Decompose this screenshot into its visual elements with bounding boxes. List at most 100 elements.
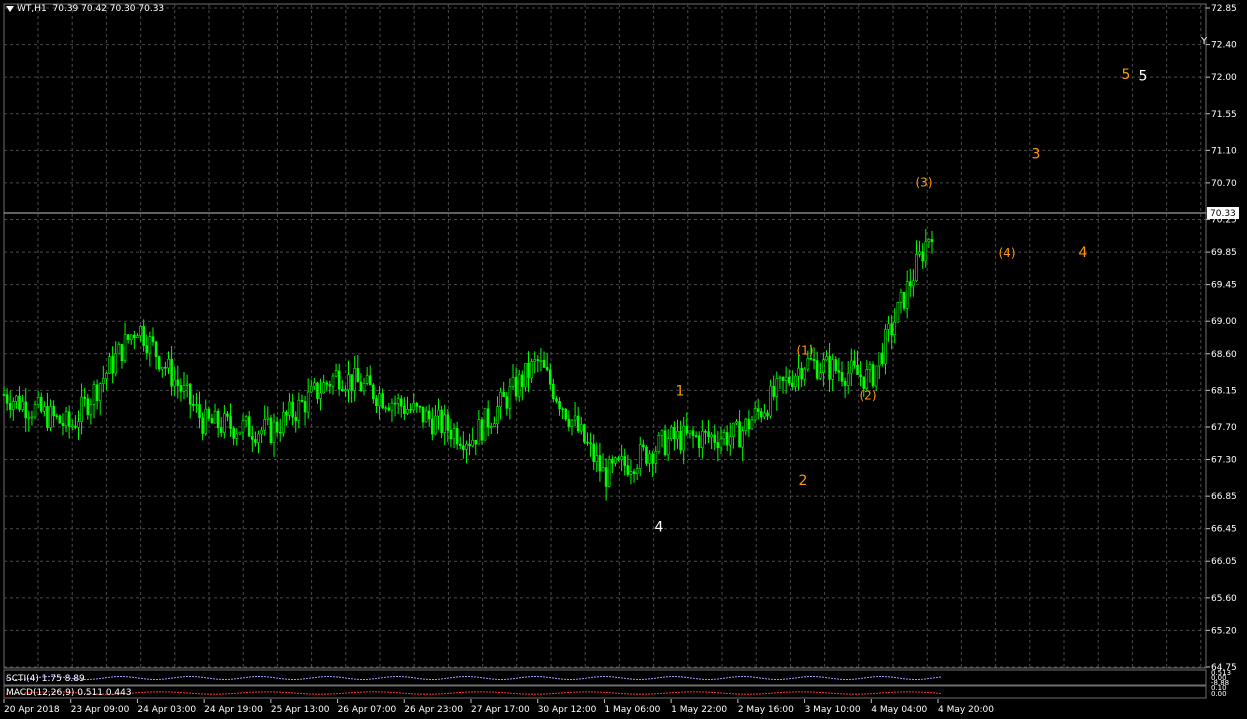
time-label: 26 Apr 07:00 [338,705,397,715]
candle-body [300,399,304,402]
candle-body [539,359,543,362]
candle-body [77,421,80,428]
candle-body [542,359,546,368]
candle-body [548,369,552,385]
candle-body [126,334,130,340]
candle-body [55,415,59,418]
candle-body [881,352,884,365]
candle-body [722,432,726,440]
candle-body [828,356,831,380]
candle-body [462,445,465,450]
price-tick-label: 67.30 [1211,456,1237,466]
candle-body [266,417,270,420]
candle-body [247,416,251,437]
candle-body [254,439,257,443]
candle-body [707,431,710,438]
price-tick-label: 70.70 [1211,179,1237,189]
candle-body [822,359,825,373]
candle-body [763,412,766,418]
dropdown-triangle-icon[interactable] [6,5,14,12]
candle-body [415,402,419,407]
candle-body [794,375,797,387]
candle-body [24,401,28,419]
candle-body [219,427,223,433]
indicator-1-label: SCTI(4) 1.75 8.89 [6,674,85,684]
chart-shift-icon[interactable]: Y [1200,36,1208,47]
candle-body [474,439,478,445]
candle-body [238,431,242,435]
candle-body [465,443,468,450]
time-label: 26 Apr 23:00 [404,705,463,715]
candle-body [151,336,155,343]
time-label: 4 May 04:00 [871,705,927,715]
time-label: 27 Apr 17:00 [471,705,530,715]
candle-body [396,398,400,404]
candle-body [61,422,65,427]
candle-body [403,405,406,414]
candle-body [160,366,164,370]
candle-body [241,420,245,433]
candle-body [170,358,173,387]
candle-body [278,431,282,434]
candle-body [244,416,248,422]
candle-body [505,396,509,409]
candle-body [98,383,102,402]
candle-body [216,410,220,429]
candle-body [697,435,701,449]
price-chart[interactable]: 1 2 (1) (2) (3) (4) 3 4 5 5 4 SCTI(4) 1.75 8.89 MAC… [0,0,1247,719]
candle-body [18,395,21,410]
candle-body [846,372,850,386]
candle-body [288,401,291,416]
candle-body [489,426,493,428]
candle-body [319,392,322,399]
price-tick-label: 67.70 [1211,423,1237,433]
candle-body [728,436,732,446]
candle-body [514,376,518,397]
price-tick-label: 68.15 [1211,386,1237,396]
candle-body [635,468,639,475]
candle-body [368,375,372,386]
candle-body [210,418,214,424]
candle-body [64,411,68,427]
price-tick-label: 69.00 [1211,317,1237,327]
candle-body [868,364,872,370]
candle-body [123,334,127,362]
candle-body [80,396,83,422]
candle-body [673,426,676,440]
wave-label: (1) [797,344,814,358]
candle-body [638,444,642,469]
candle-body [558,400,561,409]
symbol-label: WT,H1 [17,4,47,14]
candle-body [704,431,707,433]
candle-body [424,410,428,423]
candle-body [530,361,533,379]
indicator-pane-1 [3,669,1207,686]
candle-body [781,376,785,381]
candle-body [769,385,772,417]
candle-body [381,393,384,409]
candle-body [229,416,232,429]
time-label: 2 May 16:00 [738,705,794,715]
candle-body [666,438,670,456]
candle-body [455,428,459,445]
candle-body [74,425,77,428]
price-tick-label: 66.05 [1211,557,1237,567]
candle-body [815,360,819,379]
price-tick-label: 71.55 [1211,110,1237,120]
candle-body [791,382,794,387]
candle-body [316,382,319,399]
time-label: 1 May 06:00 [604,705,660,715]
candle-body [645,446,648,464]
candle-body [775,378,779,397]
candle-body [95,384,99,402]
candle-body [837,370,841,373]
candle-body [337,370,341,390]
candle-body [725,432,729,446]
candle-body [573,415,577,421]
candle-body [303,401,307,413]
candle-body [480,419,484,441]
candle-body [223,413,226,433]
candle-body [859,374,862,378]
candle-body [353,368,357,391]
candle-body [142,326,145,346]
